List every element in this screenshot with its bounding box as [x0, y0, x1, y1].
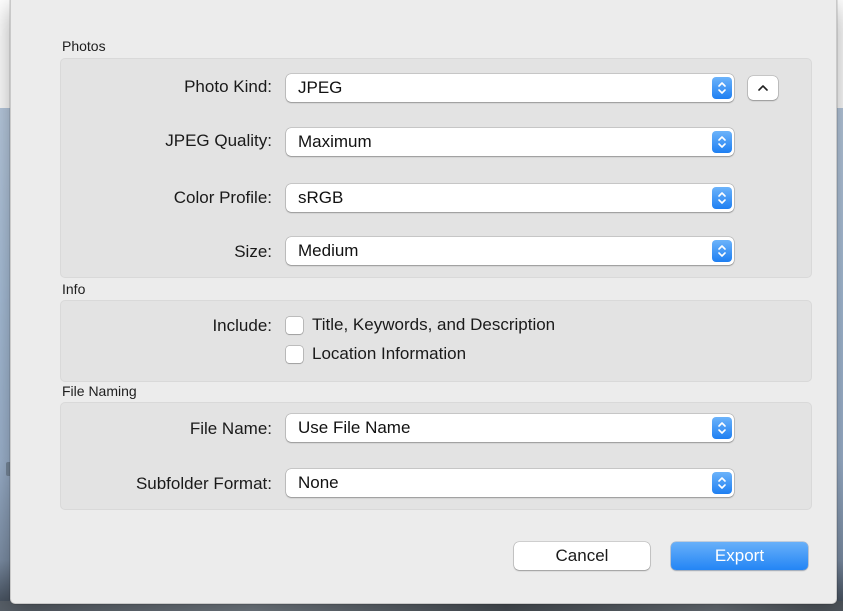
- jpeg-quality-label: JPEG Quality:: [165, 131, 272, 150]
- export-button[interactable]: Export: [671, 542, 808, 570]
- file-name-label: File Name:: [189, 419, 272, 438]
- photos-section-label: Photos: [62, 38, 106, 54]
- up-down-chevron-icon: [712, 77, 732, 99]
- info-group: [60, 300, 812, 382]
- location-information-checkbox[interactable]: [286, 345, 303, 363]
- photo-kind-label: Photo Kind:: [184, 77, 272, 96]
- subfolder-format-value: None: [298, 473, 339, 492]
- color-profile-popup[interactable]: sRGB: [286, 184, 734, 212]
- up-down-chevron-icon: [712, 240, 732, 262]
- up-down-chevron-icon: [712, 472, 732, 494]
- photo-kind-popup[interactable]: JPEG: [286, 74, 734, 102]
- info-section-label: Info: [62, 281, 86, 297]
- include-label: Include:: [212, 316, 272, 335]
- size-popup[interactable]: Medium: [286, 237, 734, 265]
- chevron-up-icon: [758, 85, 768, 91]
- location-information-label: Location Information: [312, 344, 467, 363]
- color-profile-label: Color Profile:: [173, 188, 272, 207]
- cancel-button[interactable]: Cancel: [514, 542, 650, 570]
- title-keywords-description-label: Title, Keywords, and Description: [312, 315, 556, 334]
- jpeg-quality-value: Maximum: [298, 132, 372, 151]
- jpeg-quality-popup[interactable]: Maximum: [286, 128, 734, 156]
- subfolder-format-popup[interactable]: None: [286, 469, 734, 497]
- color-profile-value: sRGB: [298, 188, 344, 207]
- title-keywords-description-checkbox[interactable]: [286, 316, 303, 334]
- file-name-value: Use File Name: [298, 418, 411, 437]
- location-information-checkbox-row[interactable]: Location Information: [286, 343, 466, 365]
- file-naming-section-label: File Naming: [62, 383, 137, 399]
- up-down-chevron-icon: [712, 417, 732, 439]
- photo-kind-value: JPEG: [298, 78, 343, 97]
- size-value: Medium: [298, 241, 359, 260]
- file-name-popup[interactable]: Use File Name: [286, 414, 734, 442]
- size-label: Size:: [234, 242, 272, 261]
- title-keywords-description-checkbox-row[interactable]: Title, Keywords, and Description: [286, 314, 555, 336]
- subfolder-format-label: Subfolder Format:: [135, 474, 272, 493]
- collapse-button[interactable]: [748, 76, 778, 100]
- up-down-chevron-icon: [712, 131, 732, 153]
- up-down-chevron-icon: [712, 187, 732, 209]
